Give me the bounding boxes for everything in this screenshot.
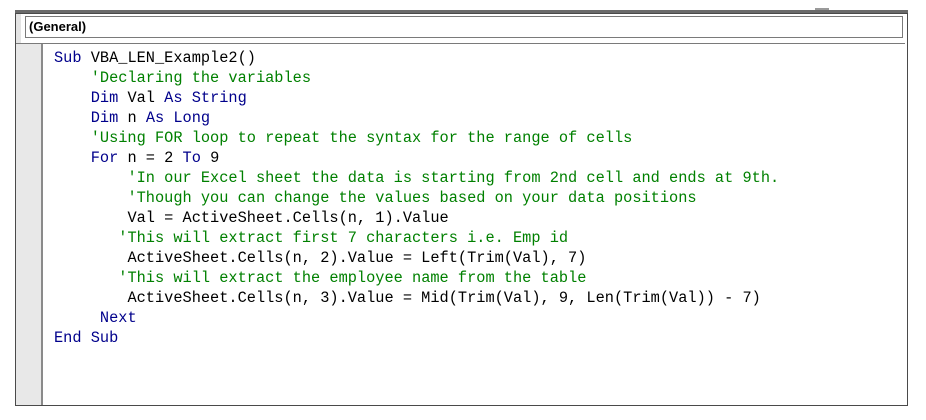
code-comment: 'Declaring the variables [90, 69, 312, 87]
code-line[interactable]: Dim n As Long [54, 108, 779, 128]
code-line[interactable]: Val = ActiveSheet.Cells(n, 1).Value [54, 208, 779, 228]
code-line[interactable]: End Sub [54, 328, 779, 348]
code-line[interactable]: Next [54, 308, 779, 328]
code-line[interactable]: For n = 2 To 9 [54, 148, 779, 168]
object-dropdown-label: (General) [29, 19, 87, 34]
code-keyword: Next [99, 309, 137, 327]
code-keyword: As String [164, 89, 247, 107]
code-comment: 'Using FOR loop to repeat the syntax for… [90, 129, 633, 147]
code-keyword: Dim [90, 109, 119, 127]
code-text: 9 [200, 149, 220, 167]
code-line[interactable]: 'Using FOR loop to repeat the syntax for… [54, 128, 779, 148]
code-line[interactable]: 'Declaring the variables [54, 68, 779, 88]
code-text: ActiveSheet.Cells(n, 3).Value = Mid(Trim… [127, 289, 761, 307]
code-line[interactable]: 'Though you can change the values based … [54, 188, 779, 208]
code-editor[interactable]: Sub VBA_LEN_Example2() 'Declaring the va… [16, 43, 905, 405]
code-text: Val = ActiveSheet.Cells(n, 1).Value [127, 209, 449, 227]
code-text: Val [118, 89, 165, 107]
window-edge-mark [815, 8, 829, 10]
code-line[interactable]: 'This will extract the employee name fro… [54, 268, 779, 288]
code-line[interactable]: Dim Val As String [54, 88, 779, 108]
code-keyword: For [90, 149, 119, 167]
code-comment: 'This will extract the employee name fro… [118, 269, 587, 287]
code-keyword: End Sub [54, 329, 119, 347]
code-keyword: As Long [145, 109, 211, 127]
code-text: n = 2 [118, 149, 183, 167]
code-comment: 'Though you can change the values based … [127, 189, 697, 207]
code-comment: 'This will extract first 7 characters i.… [118, 229, 569, 247]
object-dropdown[interactable]: (General) [25, 16, 903, 38]
code-keyword: To [182, 149, 201, 167]
code-line[interactable]: Sub VBA_LEN_Example2() [54, 48, 779, 68]
code-line[interactable]: 'This will extract first 7 characters i.… [54, 228, 779, 248]
code-line[interactable]: ActiveSheet.Cells(n, 2).Value = Left(Tri… [54, 248, 779, 268]
code-text: n [118, 109, 146, 127]
margin-indicator-bar[interactable] [16, 44, 43, 405]
code-keyword: Sub [54, 49, 82, 67]
code-line[interactable]: 'In our Excel sheet the data is starting… [54, 168, 779, 188]
code-line[interactable]: ActiveSheet.Cells(n, 3).Value = Mid(Trim… [54, 288, 779, 308]
vba-code-window: (General) Sub VBA_LEN_Example2() 'Declar… [15, 13, 908, 406]
code-lines[interactable]: Sub VBA_LEN_Example2() 'Declaring the va… [54, 48, 779, 348]
code-text: ActiveSheet.Cells(n, 2).Value = Left(Tri… [127, 249, 587, 267]
code-keyword: Dim [90, 89, 119, 107]
code-text: VBA_LEN_Example2() [81, 49, 256, 67]
code-comment: 'In our Excel sheet the data is starting… [127, 169, 780, 187]
